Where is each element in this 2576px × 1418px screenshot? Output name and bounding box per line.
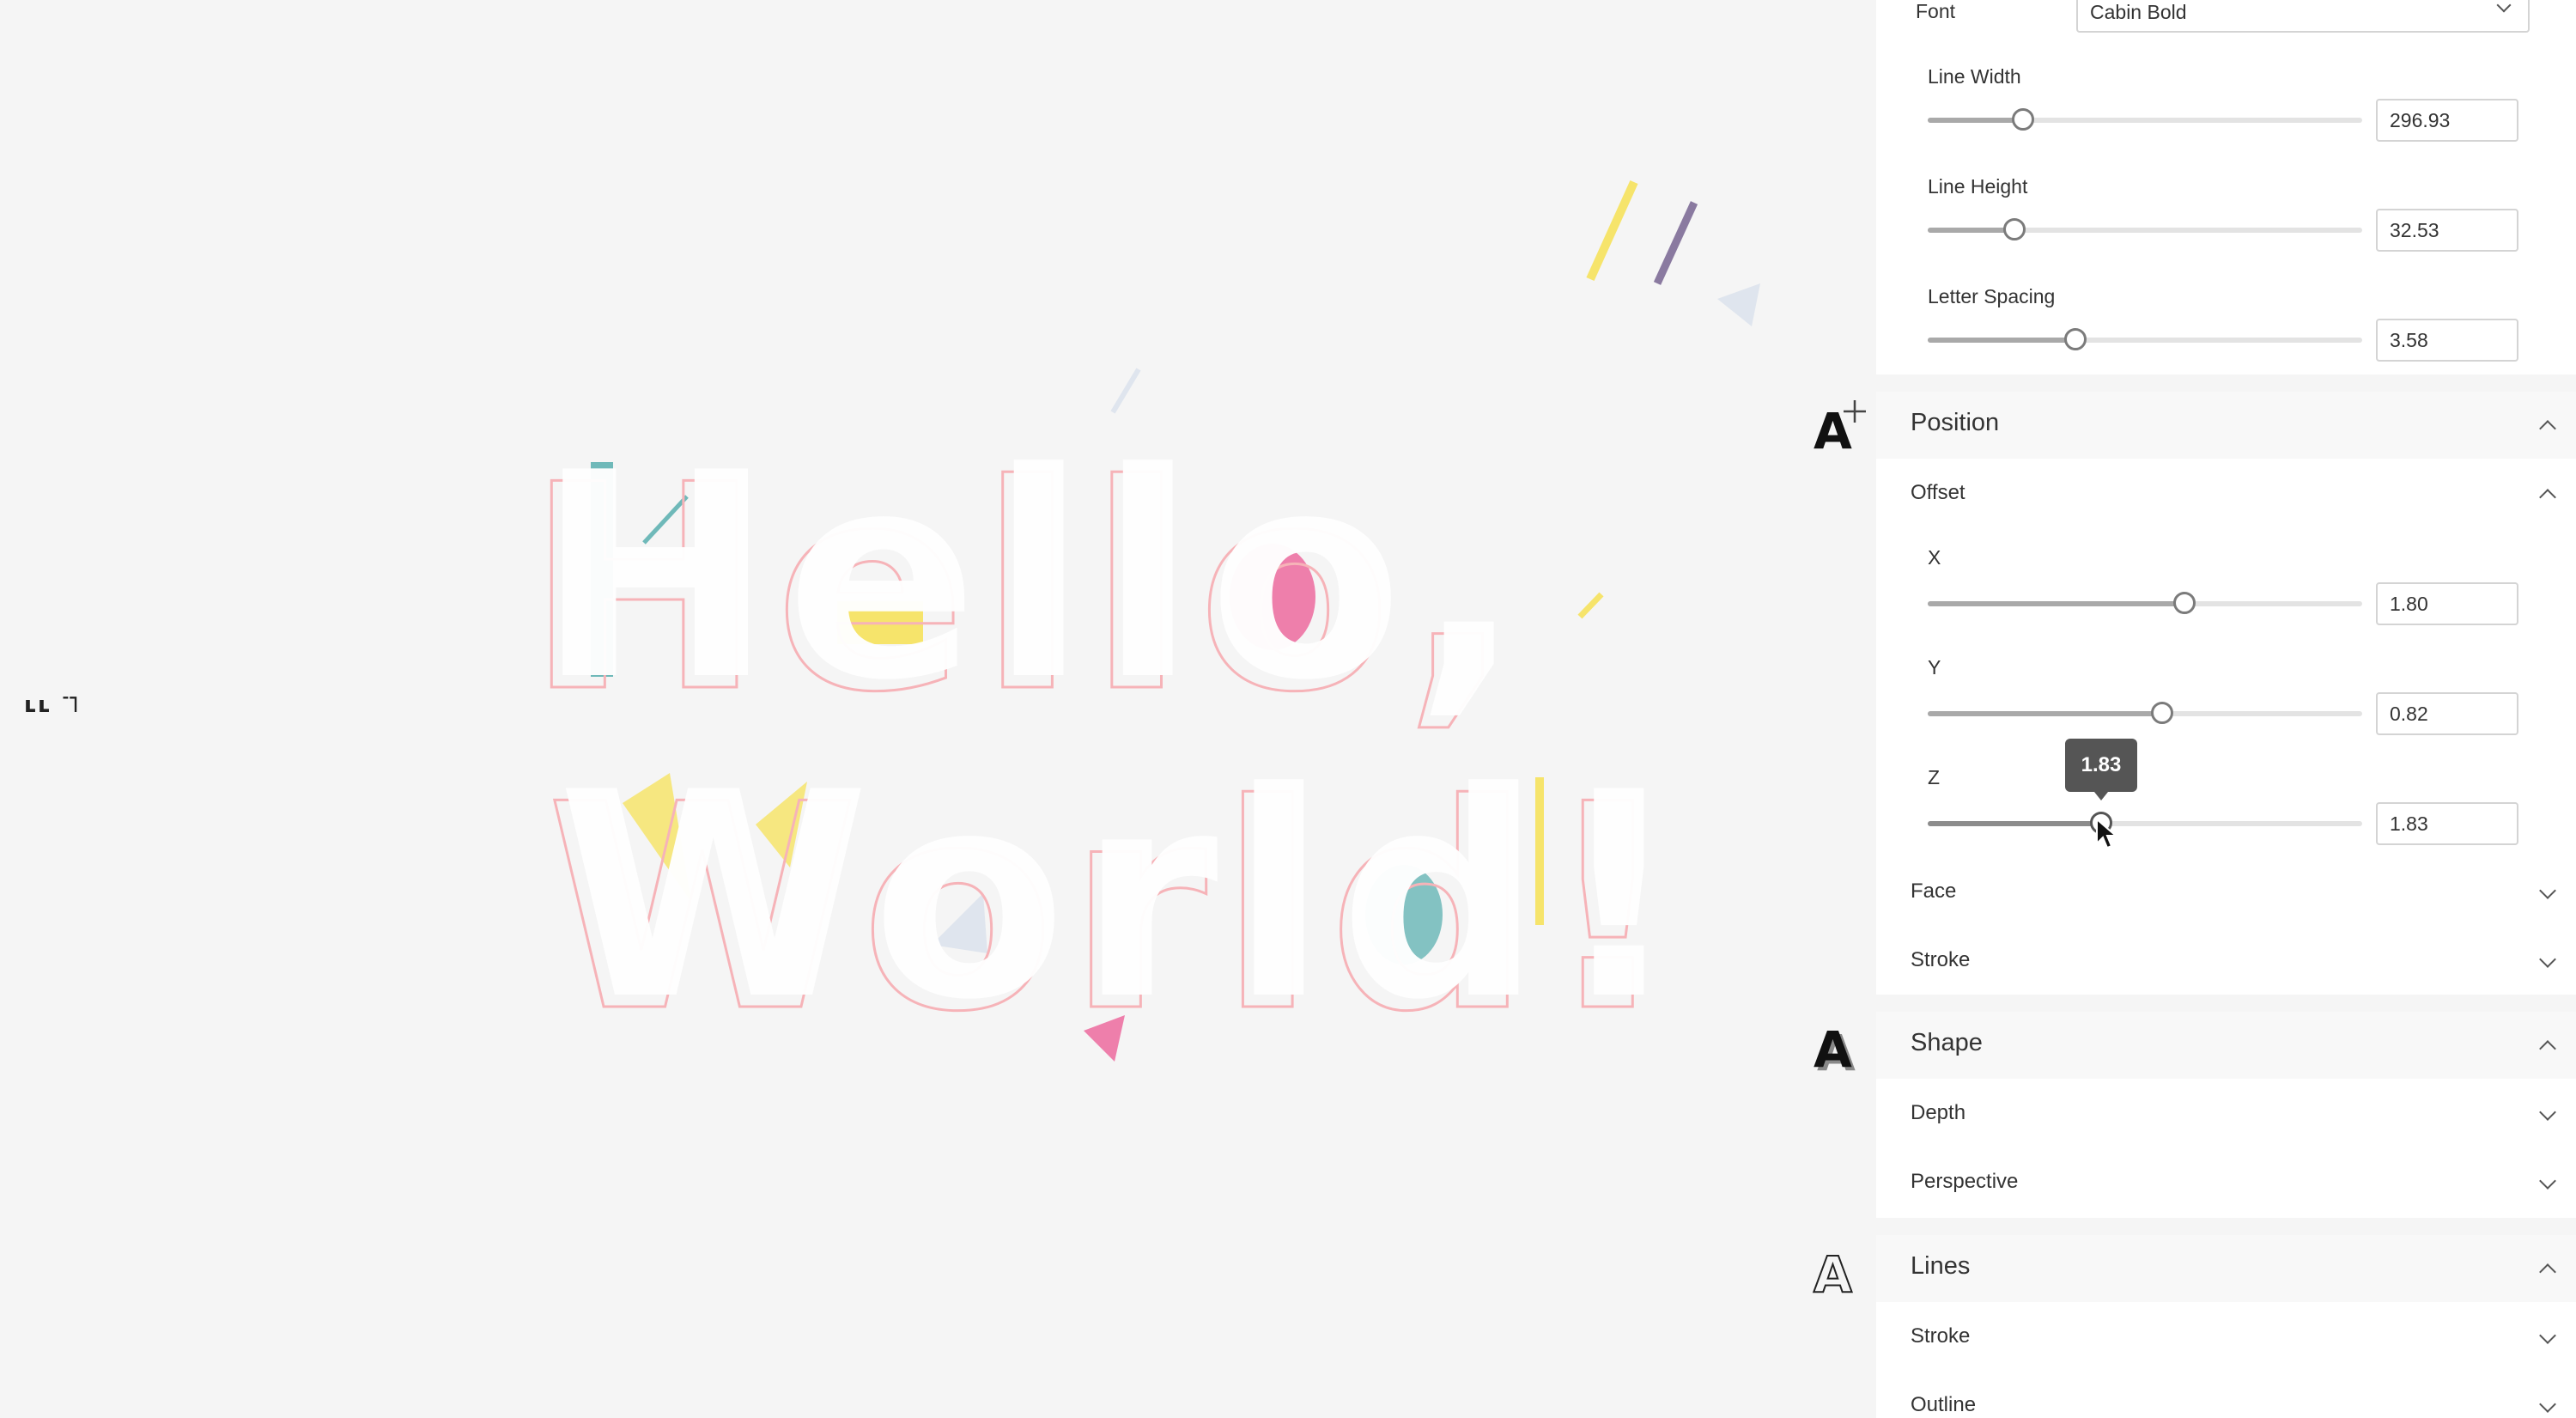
letter-spacing-slider-knob[interactable] bbox=[2064, 328, 2087, 350]
chevron-down-icon[interactable] bbox=[2539, 882, 2556, 899]
font-select[interactable]: Cabin Bold bbox=[2076, 0, 2530, 33]
mouse-cursor-icon bbox=[2096, 818, 2118, 849]
preview-canvas[interactable]: Hello, World! Hello, World! ʟʟ ˥˥ bbox=[0, 0, 1876, 1418]
letter-spacing-slider[interactable] bbox=[1928, 328, 2362, 350]
svg-text:A: A bbox=[1814, 1245, 1852, 1295]
offset-y-slider-knob[interactable] bbox=[2151, 702, 2174, 724]
line-height-slider[interactable] bbox=[1928, 218, 2362, 240]
lines-card: Lines Stroke Outline bbox=[1876, 1235, 2576, 1418]
line-height-slider-knob[interactable] bbox=[2003, 218, 2026, 240]
chevron-up-icon[interactable] bbox=[2539, 1263, 2556, 1281]
chevron-down-icon[interactable] bbox=[2539, 1104, 2556, 1121]
lines-a-outline-icon: A bbox=[1813, 1245, 1853, 1295]
confetti-pale-stroke bbox=[1110, 368, 1141, 414]
position-card: Position Offset X 1.80 Y 0.82 Z 1.83 Fac… bbox=[1876, 392, 2576, 995]
lines-stroke-subsection[interactable]: Stroke bbox=[1911, 1324, 1970, 1348]
letter-spacing-label: Letter Spacing bbox=[1928, 285, 2056, 307]
line-width-slider-knob[interactable] bbox=[2012, 108, 2035, 131]
offset-x-slider[interactable] bbox=[1928, 592, 2362, 614]
stroke-subsection[interactable]: Stroke bbox=[1911, 948, 1970, 972]
chevron-down-icon[interactable] bbox=[2539, 951, 2556, 968]
confetti-yellow-stroke bbox=[1586, 180, 1638, 282]
slider-value-tooltip: 1.83 bbox=[2065, 739, 2137, 800]
line-width-label: Line Width bbox=[1928, 65, 2021, 88]
text-settings-card: Font Line Width 296.93 Line Height 32.53… bbox=[1876, 0, 2576, 374]
properties-panel: Font Line Width 296.93 Line Height 32.53… bbox=[1876, 0, 2576, 1418]
chevron-down-icon[interactable] bbox=[2539, 1172, 2556, 1190]
svg-text:A: A bbox=[1814, 402, 1852, 452]
line-width-input[interactable]: 296.93 bbox=[2376, 99, 2518, 142]
position-title: Position bbox=[1911, 409, 2000, 436]
offset-z-input[interactable]: 1.83 bbox=[2376, 802, 2518, 845]
offset-title: Offset bbox=[1911, 481, 1965, 504]
chevron-down-icon bbox=[2496, 0, 2512, 13]
confetti-blue-triangle bbox=[1717, 283, 1760, 326]
font-select-value: Cabin Bold bbox=[2090, 1, 2187, 23]
shape-a-shadow-icon: A A bbox=[1814, 1020, 1856, 1074]
lines-title: Lines bbox=[1911, 1252, 1971, 1280]
position-a-move-icon: A bbox=[1814, 400, 1866, 452]
offset-z-label: Z bbox=[1928, 766, 1941, 788]
line-height-label: Line Height bbox=[1928, 175, 2028, 198]
shape-card: Shape Depth Perspective bbox=[1876, 1012, 2576, 1218]
line-width-slider[interactable] bbox=[1928, 108, 2362, 131]
line-height-input[interactable]: 32.53 bbox=[2376, 209, 2518, 252]
letter-spacing-input[interactable]: 3.58 bbox=[2376, 319, 2518, 362]
headline-line1-face: Hello, bbox=[537, 412, 1534, 742]
offset-x-input[interactable]: 1.80 bbox=[2376, 582, 2518, 625]
offset-y-slider[interactable] bbox=[1928, 702, 2362, 724]
perspective-subsection[interactable]: Perspective bbox=[1911, 1170, 2018, 1194]
canvas-graphics: Hello, World! Hello, World! bbox=[525, 180, 1760, 1075]
position-section-header[interactable]: Position bbox=[1876, 392, 2576, 459]
lines-section-header[interactable]: Lines bbox=[1876, 1235, 2576, 1302]
confetti-purple-stroke bbox=[1653, 201, 1698, 285]
offset-z-slider[interactable] bbox=[1928, 812, 2362, 834]
outline-subsection[interactable]: Outline bbox=[1911, 1393, 1976, 1417]
chevron-up-icon[interactable] bbox=[2539, 489, 2556, 506]
offset-x-slider-knob[interactable] bbox=[2172, 592, 2196, 614]
headline-line2-face: World! bbox=[557, 732, 1696, 1062]
face-subsection[interactable]: Face bbox=[1911, 879, 1956, 904]
shape-title: Shape bbox=[1911, 1029, 1983, 1056]
shape-section-header[interactable]: Shape bbox=[1876, 1012, 2576, 1079]
chevron-down-icon[interactable] bbox=[2539, 1327, 2556, 1344]
offset-y-label: Y bbox=[1928, 656, 1941, 679]
chevron-down-icon[interactable] bbox=[2539, 1396, 2556, 1413]
offset-x-label: X bbox=[1928, 546, 1941, 569]
depth-subsection[interactable]: Depth bbox=[1911, 1101, 1965, 1125]
confetti-small-yellow bbox=[1577, 592, 1604, 619]
offset-y-input[interactable]: 0.82 bbox=[2376, 692, 2518, 735]
chevron-up-icon[interactable] bbox=[2539, 420, 2556, 437]
font-label: Font bbox=[1916, 0, 1956, 22]
chevron-up-icon[interactable] bbox=[2539, 1040, 2556, 1057]
canvas-quote-glyph: ʟʟ ˥˥ bbox=[24, 692, 81, 718]
svg-text:A: A bbox=[1814, 1020, 1852, 1074]
